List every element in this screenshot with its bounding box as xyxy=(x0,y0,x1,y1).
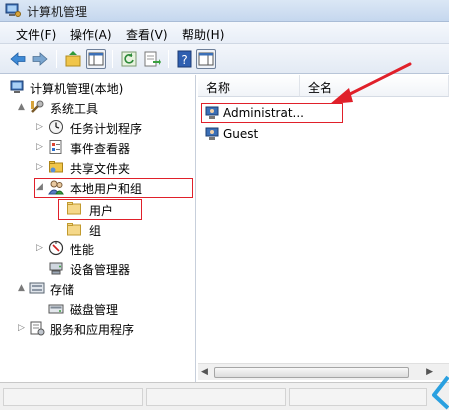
show-action-pane-button[interactable] xyxy=(196,49,216,69)
export-list-button[interactable] xyxy=(142,49,162,69)
column-header-name[interactable]: 名称 xyxy=(198,75,300,97)
title-bar: 计算机管理 xyxy=(0,0,449,22)
user-icon xyxy=(205,127,219,140)
task-scheduler-icon xyxy=(49,120,63,134)
tree-label: 系统工具 xyxy=(50,102,99,116)
expand-arrow-icon[interactable]: ▷ xyxy=(18,323,26,333)
tree-label: 性能 xyxy=(70,243,95,257)
tree-label: 事件查看器 xyxy=(70,142,131,156)
column-label: 名称 xyxy=(206,81,231,95)
highlight-box-users xyxy=(58,199,142,220)
menu-bar: 文件(F) 操作(A) 查看(V) 帮助(H) xyxy=(0,22,449,44)
expand-arrow-icon[interactable]: ▷ xyxy=(36,162,44,172)
show-hide-tree-button[interactable] xyxy=(86,49,106,69)
toolbar-separator xyxy=(56,50,57,68)
back-button[interactable] xyxy=(8,49,28,69)
tree-item-event-viewer[interactable]: ▷ 事件查看器 xyxy=(0,137,196,157)
horizontal-scrollbar[interactable]: ◀ ▶ xyxy=(198,363,449,380)
window-title: 计算机管理 xyxy=(27,5,88,19)
refresh-button[interactable] xyxy=(119,49,139,69)
collapse-arrow-icon[interactable]: ▲ xyxy=(18,102,26,112)
forward-button[interactable] xyxy=(30,49,50,69)
help-icon: ? xyxy=(177,50,192,68)
tree-item-performance[interactable]: ▷ 性能 xyxy=(0,238,196,258)
tree-label: 组 xyxy=(89,224,102,238)
tree-label: 磁盘管理 xyxy=(70,303,119,317)
tree-label: 计算机管理(本地) xyxy=(30,82,124,96)
tree-item-system-tools[interactable]: ▲ 系统工具 xyxy=(0,97,196,117)
tree-label: 存储 xyxy=(50,283,75,297)
tree-item-computer-management[interactable]: 计算机管理(本地) xyxy=(0,77,196,97)
menu-view[interactable]: 查看(V) xyxy=(126,26,168,43)
help-button[interactable]: ? xyxy=(175,49,195,69)
tree-label: 共享文件夹 xyxy=(70,162,131,176)
tree-item-groups[interactable]: 组 xyxy=(0,219,196,239)
tree-label: 服务和应用程序 xyxy=(50,323,135,337)
status-bar xyxy=(0,382,449,410)
list-item-guest[interactable]: Guest xyxy=(198,124,449,144)
tree-item-device-manager[interactable]: 设备管理器 xyxy=(0,258,196,278)
menu-action[interactable]: 操作(A) xyxy=(70,26,112,43)
svg-text:?: ? xyxy=(181,53,187,67)
folder-up-icon xyxy=(65,51,81,67)
expand-arrow-icon[interactable]: ▷ xyxy=(36,122,44,132)
menu-help[interactable]: 帮助(H) xyxy=(182,26,224,43)
toolbar-separator xyxy=(168,50,169,68)
action-pane-icon xyxy=(198,52,214,66)
expand-arrow-icon[interactable]: ▷ xyxy=(36,142,44,152)
back-arrow-icon xyxy=(10,52,26,66)
storage-icon xyxy=(29,282,45,294)
computer-management-icon xyxy=(10,80,24,93)
performance-icon xyxy=(48,240,64,256)
red-arrow-icon xyxy=(330,62,412,104)
tree-label: 任务计划程序 xyxy=(70,122,143,136)
forward-arrow-icon xyxy=(32,52,48,66)
tree-item-task-scheduler[interactable]: ▷ 任务计划程序 xyxy=(0,117,196,137)
menu-file[interactable]: 文件(F) xyxy=(16,26,56,43)
list-item-label: Guest xyxy=(223,127,259,141)
scroll-left-icon[interactable]: ◀ xyxy=(201,367,208,377)
refresh-icon xyxy=(121,51,137,67)
status-cell xyxy=(289,388,427,406)
services-apps-icon xyxy=(30,321,45,336)
disk-management-icon xyxy=(48,304,64,314)
toolbar-separator xyxy=(112,50,113,68)
scrollbar-thumb[interactable] xyxy=(214,367,409,378)
tree-item-services-apps[interactable]: ▷ 服务和应用程序 xyxy=(0,318,196,338)
up-level-button[interactable] xyxy=(63,49,83,69)
tree-item-storage[interactable]: ▲ 存储 xyxy=(0,278,196,298)
collapse-arrow-icon[interactable]: ▲ xyxy=(18,283,26,293)
device-manager-icon xyxy=(49,262,63,275)
status-cell xyxy=(146,388,286,406)
shared-folders-icon xyxy=(49,161,63,173)
console-tree-icon xyxy=(88,52,104,66)
computer-management-icon xyxy=(5,3,21,17)
folder-icon xyxy=(67,223,81,236)
status-cell xyxy=(3,388,143,406)
system-tools-icon xyxy=(31,100,44,113)
console-tree: 计算机管理(本地) ▲ 系统工具 ▷ 任务计划程序 ▷ 事件查看器 ▷ 共享文件… xyxy=(0,75,196,382)
tree-item-disk-management[interactable]: 磁盘管理 xyxy=(0,298,196,318)
watermark-logo-icon xyxy=(432,375,449,410)
highlight-box-local-users-groups xyxy=(34,178,193,198)
export-list-icon xyxy=(144,51,161,67)
tree-label: 设备管理器 xyxy=(70,263,131,277)
tree-item-shared-folders[interactable]: ▷ 共享文件夹 xyxy=(0,157,196,177)
expand-arrow-icon[interactable]: ▷ xyxy=(36,243,44,253)
event-viewer-icon xyxy=(49,140,62,154)
